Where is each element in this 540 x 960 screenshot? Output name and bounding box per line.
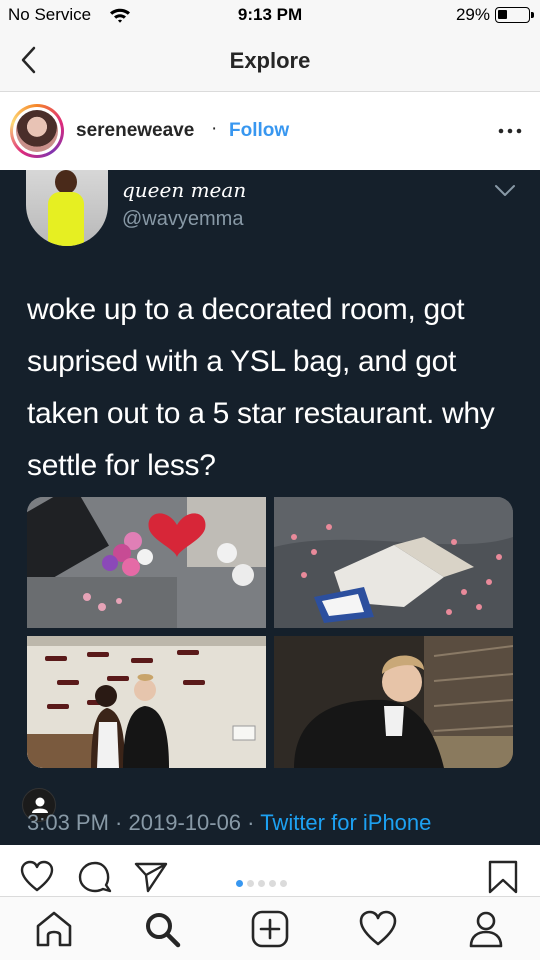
carousel-dot (247, 880, 254, 887)
post-header: sereneweave · Follow (0, 93, 540, 169)
bookmark-icon[interactable] (486, 860, 520, 894)
chevron-down-icon (495, 185, 515, 196)
activity-heart-icon[interactable] (358, 909, 398, 949)
tweet-photo-petals (274, 497, 513, 628)
tweet-screenshot[interactable]: queen mean @wavyemma woke up to a decora… (0, 170, 540, 845)
tweet-time: 3:03 PM (27, 810, 109, 835)
battery-percent: 29% (455, 5, 490, 24)
status-bar: No Service 9:13 PM 29% (0, 0, 540, 30)
more-horizontal-icon[interactable] (498, 121, 522, 141)
profile-icon[interactable] (466, 909, 506, 949)
follow-button[interactable]: Follow (229, 120, 289, 142)
username-link[interactable]: sereneweave (76, 120, 194, 142)
tweet-avatar (26, 170, 108, 246)
tweet-source: Twitter for iPhone (260, 810, 432, 835)
carousel-dot (269, 880, 276, 887)
separator-dot: · (211, 118, 218, 139)
page-title: Explore (229, 48, 311, 73)
bottom-tab-bar (0, 896, 540, 960)
comment-icon[interactable] (78, 860, 112, 894)
nav-bar: Explore (0, 30, 540, 92)
tweet-text: woke up to a decorated room, got suprise… (27, 293, 495, 482)
carousel-dot (280, 880, 287, 887)
carousel-indicator (236, 874, 291, 887)
story-avatar[interactable] (10, 104, 64, 158)
carousel-dot (258, 880, 265, 887)
tweet-meta-separator: · (108, 810, 129, 835)
tweet-meta-separator: · (241, 810, 261, 835)
tweet-photo-man (274, 636, 513, 768)
carousel-dot (236, 880, 243, 887)
tweet-date: 2019-10-06 (128, 810, 242, 835)
battery-icon (495, 7, 534, 23)
tweet-photo-couple (27, 636, 266, 768)
tweet-photo-balloons (27, 497, 266, 628)
tweet-display-name: queen mean (122, 178, 247, 202)
post-action-bar (0, 846, 540, 896)
share-icon[interactable] (134, 860, 168, 894)
search-icon[interactable] (142, 909, 182, 949)
new-post-icon[interactable] (250, 909, 290, 949)
avatar (16, 110, 58, 152)
heart-icon[interactable] (20, 860, 54, 894)
tweet-handle: @wavyemma (122, 208, 244, 230)
home-icon[interactable] (34, 909, 74, 949)
tweet-meta: 3:03 PM · 2019-10-06 · Twitter for iPhon… (27, 810, 431, 836)
